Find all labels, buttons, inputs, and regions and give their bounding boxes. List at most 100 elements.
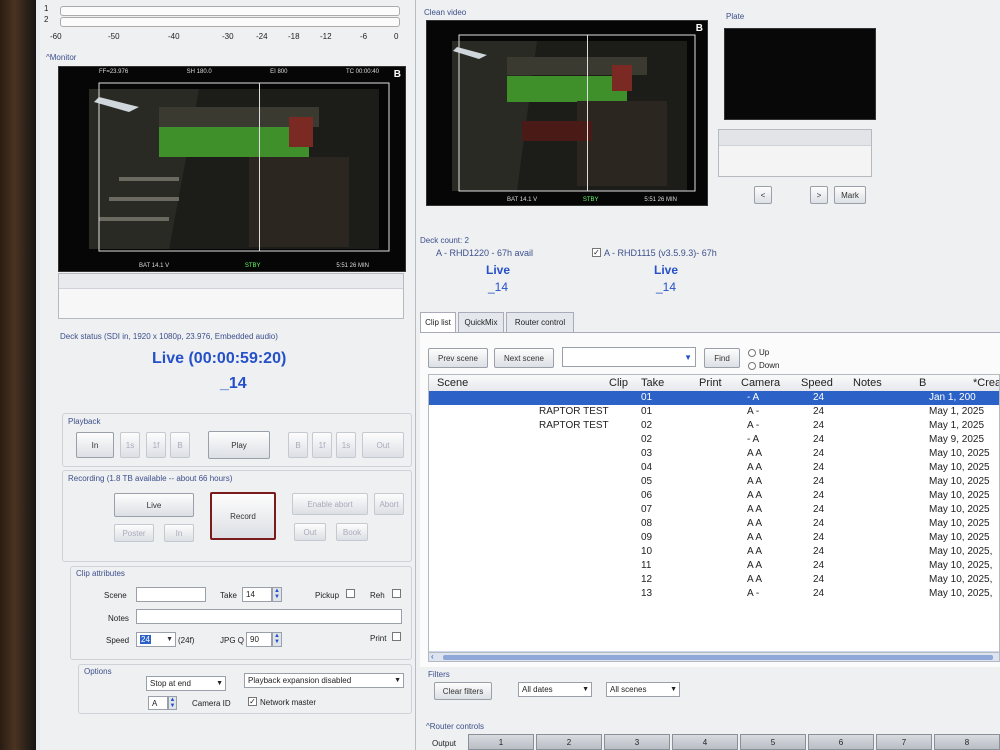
scroll-left-icon[interactable]: ‹ [431,652,434,661]
monitor-overlay-top: FF=23.976 SH 180.0 EI 800 TC 00:00:40 [99,69,379,75]
book-button[interactable]: Book [336,523,368,541]
table-row[interactable]: 12 A A 24 May 10, 2025, [429,573,999,587]
options-group [78,664,412,714]
tab-quickmix[interactable]: QuickMix [458,312,504,332]
column-header-created[interactable]: *Crea [973,377,999,389]
table-row[interactable]: 03 A A 24 May 10, 2025 [429,447,999,461]
column-header-notes[interactable]: Notes [853,377,882,389]
monitor-video[interactable]: FF=23.976 SH 180.0 EI 800 TC 00:00:40 B … [58,66,406,272]
table-row[interactable]: 10 A A 24 May 10, 2025, [429,545,999,559]
scenes-filter-select[interactable]: All scenes ▼ [606,682,680,697]
poster-button[interactable]: Poster [114,524,154,542]
table-row[interactable]: 05 A A 24 May 10, 2025 [429,475,999,489]
column-header-scene[interactable]: Scene [437,377,468,389]
cell-camera: A A [747,504,763,515]
table-row[interactable]: 09 A A 24 May 10, 2025 [429,531,999,545]
plate-title: Plate [726,12,745,21]
column-header-take[interactable]: Take [641,377,664,389]
notes-input[interactable] [136,609,402,624]
next-scene-button[interactable]: Next scene [494,348,554,368]
cell-take: 01 [641,406,653,417]
table-row[interactable]: 08 A A 24 May 10, 2025 [429,517,999,531]
find-button[interactable]: Find [704,348,740,368]
playback-back-b-button[interactable]: B [170,432,190,458]
router-output-4[interactable]: 4 [672,734,738,750]
prev-scene-button[interactable]: Prev scene [428,348,488,368]
deck-b-checkbox[interactable]: ✓ [592,248,601,257]
table-row[interactable]: 13 A - 24 May 10, 2025, [429,587,999,601]
router-output-2[interactable]: 2 [536,734,602,750]
column-header-clip[interactable]: Clip [609,377,628,389]
scrollbar-thumb[interactable] [443,655,993,660]
table-row[interactable]: 06 A A 24 May 10, 2025 [429,489,999,503]
table-row[interactable]: 04 A A 24 May 10, 2025 [429,461,999,475]
deck-b-name: A - RHD1115 (v3.5.9.3)- 67h [604,248,717,258]
table-scrollbar-track[interactable]: ‹ [428,652,1000,662]
enable-abort-button[interactable]: Enable abort [292,493,368,515]
playback-expansion-select[interactable]: Playback expansion disabled ▼ [244,673,404,688]
playback-in-button[interactable]: In [76,432,114,458]
playback-fwd-1f-button[interactable]: 1f [312,432,332,458]
scene-search-select[interactable]: ▼ [562,347,696,367]
dates-filter-select[interactable]: All dates ▼ [518,682,592,697]
plate-next-button[interactable]: > [810,186,828,204]
record-button[interactable]: Record [210,492,276,540]
network-master-checkbox[interactable]: ✓ [248,697,257,706]
plate-view[interactable] [724,28,876,120]
playback-out-button[interactable]: Out [362,432,404,458]
playback-back-1s-button[interactable]: 1s [120,432,140,458]
deck-status-clip: _14 [220,375,247,392]
tab-router-control[interactable]: Router control [506,312,574,332]
router-output-8[interactable]: 8 [934,734,1000,750]
playback-fwd-b-button[interactable]: B [288,432,308,458]
playback-back-1f-button[interactable]: 1f [146,432,166,458]
abort-button[interactable]: Abort [374,493,404,515]
router-output-6[interactable]: 6 [808,734,874,750]
clean-video-view[interactable]: B BAT 14.1 V STBY 5:51 26 MIN [426,20,708,206]
clip-table: Scene Clip Take Print Camera Speed Notes… [428,374,1000,654]
meter-channel-2 [60,17,400,27]
table-row[interactable]: RAPTOR TEST 01 A - 24 May 1, 2025 [429,405,999,419]
jpgq-input[interactable]: 90 [246,632,272,647]
meter-scale-tick: -24 [256,32,268,41]
take-input[interactable]: 14 [242,587,272,602]
router-output-7[interactable]: 7 [876,734,932,750]
scene-input[interactable] [136,587,206,602]
tab-clip-list[interactable]: Clip list [420,312,456,332]
column-header-b[interactable]: B [919,377,926,389]
mark-button[interactable]: Mark [834,186,866,204]
jpgq-stepper-icon[interactable]: ▲ ▼ [272,632,282,647]
table-row[interactable]: 02 - A 24 May 9, 2025 [429,433,999,447]
clear-filters-button[interactable]: Clear filters [434,682,492,700]
play-button[interactable]: Play [208,431,270,459]
take-stepper-icon[interactable]: ▲ ▼ [272,587,282,602]
reh-checkbox[interactable] [392,589,401,598]
clip-table-header: Scene Clip Take Print Camera Speed Notes… [429,375,999,392]
search-up-label: Up [759,348,770,357]
speed-select[interactable]: 24 ▼ [136,632,176,647]
recording-out-button[interactable]: Out [294,523,326,541]
plate-prev-button[interactable]: < [754,186,772,204]
table-row[interactable]: 07 A A 24 May 10, 2025 [429,503,999,517]
end-mode-select[interactable]: Stop at end ▼ [146,676,226,691]
table-row[interactable]: RAPTOR TEST 02 A - 24 May 1, 2025 [429,419,999,433]
camera-id-stepper-icon[interactable]: ▲ ▼ [168,696,177,710]
playback-fwd-1s-button[interactable]: 1s [336,432,356,458]
router-output-3[interactable]: 3 [604,734,670,750]
search-up-radio[interactable] [748,349,756,357]
column-header-camera[interactable]: Camera [741,377,780,389]
router-output-1[interactable]: 1 [468,734,534,750]
table-row[interactable]: 11 A A 24 May 10, 2025, [429,559,999,573]
router-controls-title: ^Router controls [426,722,484,731]
recording-in-button[interactable]: In [164,524,194,542]
table-row[interactable]: 01 - A 24 Jan 1, 200 [429,391,999,405]
column-header-print[interactable]: Print [699,377,722,389]
overlay-text: BAT 14.1 V [139,263,170,269]
pickup-checkbox[interactable] [346,589,355,598]
print-checkbox[interactable] [392,632,401,641]
search-down-radio[interactable] [748,362,756,370]
camera-id-input[interactable]: A [148,696,168,710]
column-header-speed[interactable]: Speed [801,377,833,389]
recording-live-button[interactable]: Live [114,493,194,517]
router-output-5[interactable]: 5 [740,734,806,750]
